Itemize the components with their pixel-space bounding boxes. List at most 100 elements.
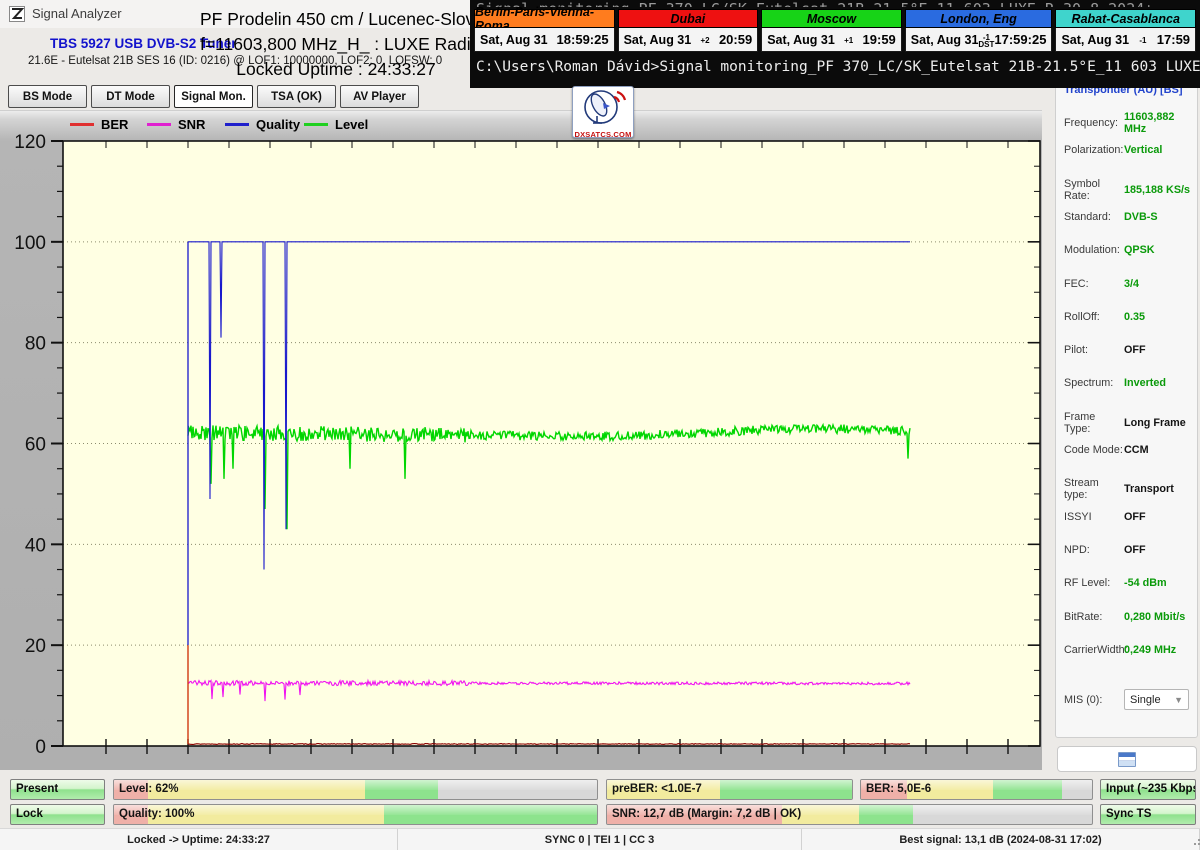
status-box-present: Present [10, 779, 105, 800]
status-box-lock: Lock [10, 804, 105, 825]
tab-bs-mode[interactable]: BS Mode [8, 85, 87, 108]
transponder-row-label: Polarization: [1064, 144, 1124, 156]
clock-dubai: DubaiSat, Aug 31+220:59 [618, 9, 759, 53]
transponder-row-label: FEC: [1064, 278, 1124, 290]
tab-dt-mode[interactable]: DT Mode [91, 85, 170, 108]
transponder-row-value: OFF [1124, 344, 1193, 356]
clock-london-eng: London, EngSat, Aug 31-1DST17:59:25 [905, 9, 1053, 53]
dxsatcs-logo: DXSATCS.COM [572, 86, 634, 138]
transponder-row-label: Symbol Rate: [1064, 178, 1124, 202]
transponder-row-value: DVB-S [1124, 211, 1193, 223]
transponder-row-label: Code Mode: [1064, 444, 1124, 456]
clock-date: Sat, Aug 31 [911, 33, 979, 47]
legend-color-swatch [147, 123, 171, 126]
transponder-row: CarrierWidth:0,249 MHz [1064, 644, 1193, 656]
transponder-row-label: NPD: [1064, 544, 1124, 556]
progress-bar: preBER: <1.0E-7 [606, 779, 853, 800]
clock-body: Sat, Aug 31+220:59 [618, 28, 759, 52]
monitoring-header: PF Prodelin 450 cm / Lucenec-Slovakia f=… [200, 7, 472, 82]
clock-body: Sat, Aug 31+119:59 [761, 28, 902, 52]
transponder-row: FEC:3/4 [1064, 278, 1193, 290]
status-box-input-kbps-: Input (~235 Kbps) [1100, 779, 1196, 800]
clock-body: Sat, Aug 31-117:59 [1055, 28, 1196, 52]
progress-bar: Level: 62% [113, 779, 598, 800]
progress-bar: BER: 5,0E-6 [860, 779, 1093, 800]
clock-date: Sat, Aug 31 [1061, 33, 1129, 47]
tab-tsa-ok-[interactable]: TSA (OK) [257, 85, 336, 108]
y-axis-label: 100 [14, 233, 46, 254]
legend-item-level: Level [304, 117, 368, 132]
signal-analyzer-window: Signal Analyzer TBS 5927 USB DVB-S2 Tune… [0, 0, 1200, 850]
clock-time: 17:59 [1157, 32, 1190, 47]
transponder-row-label: Frequency: [1064, 117, 1124, 129]
transponder-row-label: Spectrum: [1064, 377, 1124, 389]
bar-label: BER: 5,0E-6 [866, 780, 931, 799]
mis-selected-value: Single [1130, 694, 1161, 706]
transponder-row-label: Frame Type: [1064, 411, 1124, 435]
transponder-row-value: Transport [1124, 483, 1193, 495]
legend-item-ber: BER [70, 117, 128, 132]
clock-date: Sat, Aug 31 [480, 33, 548, 47]
clock-city-header: Berlin-Paris-Vienna-Roma [474, 9, 615, 28]
clock-city-header: London, Eng [905, 9, 1053, 28]
transponder-row-value: 11603,882 MHz [1124, 111, 1193, 135]
clock-moscow: MoscowSat, Aug 31+119:59 [761, 9, 902, 53]
signal-chart-area: BERSNRQualityLevel 020406080100120 [0, 110, 1042, 770]
transponder-row: Stream type:Transport [1064, 477, 1193, 501]
statusbar-section: Best signal: 13,1 dB (2024-08-31 17:02) [802, 829, 1200, 850]
y-axis-label: 20 [25, 636, 46, 657]
status-box-sync-ts: Sync TS [1100, 804, 1196, 825]
ts-window-button[interactable] [1057, 746, 1197, 772]
tab-signal-mon-[interactable]: Signal Mon. [174, 85, 253, 108]
offset-value: +1 [844, 37, 853, 44]
statusbar-section: Locked -> Uptime: 24:33:27 [0, 829, 398, 850]
progress-bar: SNR: 12,7 dB (Margin: 7,2 dB | OK) [606, 804, 1093, 825]
transponder-row-value: 0,280 Mbit/s [1124, 611, 1193, 623]
transponder-row-label: ISSYI [1064, 511, 1124, 523]
mis-select[interactable]: Single ▼ [1124, 689, 1189, 710]
legend-label: Quality [256, 117, 300, 132]
transponder-row-label: Standard: [1064, 211, 1124, 223]
transponder-row-label: Modulation: [1064, 244, 1124, 256]
antenna-location-line: PF Prodelin 450 cm / Lucenec-Slovakia [200, 7, 472, 32]
transponder-row: Frame Type:Long Frame [1064, 411, 1193, 435]
bar-label: Quality: 100% [119, 805, 194, 824]
clock-utc-offset: -1 [1129, 35, 1157, 44]
y-axis-label: 40 [25, 535, 46, 556]
transponder-row: RF Level:-54 dBm [1064, 577, 1193, 589]
clock-time: 19:59 [863, 32, 896, 47]
clock-utc-offset: +1 [835, 35, 863, 44]
transponder-row: ISSYIOFF [1064, 511, 1193, 523]
window-title: Signal Analyzer [32, 0, 122, 28]
transponder-row-label: Pilot: [1064, 344, 1124, 356]
bar-gloss [114, 780, 597, 790]
signal-chart: 020406080100120 [0, 111, 1042, 771]
transponder-row-label: RollOff: [1064, 311, 1124, 323]
app-icon [9, 6, 25, 22]
clock-utc-offset [548, 39, 557, 41]
legend-color-swatch [225, 123, 249, 126]
transponder-row-value: Vertical [1124, 144, 1193, 156]
transponder-row: NPD:OFF [1064, 544, 1193, 556]
transponder-row: Standard:DVB-S [1064, 211, 1193, 223]
transponder-row-value: OFF [1124, 544, 1193, 556]
transponder-row-value: CCM [1124, 444, 1193, 456]
transponder-row-label: CarrierWidth: [1064, 644, 1124, 656]
resize-grip[interactable] [1194, 843, 1196, 845]
tab-av-player[interactable]: AV Player [340, 85, 419, 108]
locked-uptime-line: Locked Uptime : 24:33:27 [200, 57, 472, 82]
bar-label: SNR: 12,7 dB (Margin: 7,2 dB | OK) [612, 805, 801, 824]
clock-body: Sat, Aug 3118:59:25 [474, 28, 615, 52]
clock-body: Sat, Aug 31-1DST17:59:25 [905, 28, 1053, 52]
transponder-row-value: OFF [1124, 511, 1193, 523]
bar-label: Level: 62% [119, 780, 178, 799]
window-icon [1118, 752, 1136, 767]
clock-time: 17:59:25 [994, 32, 1046, 47]
world-clocks: Berlin-Paris-Vienna-RomaSat, Aug 3118:59… [474, 9, 1196, 53]
satellite-dish-icon [573, 87, 633, 127]
y-axis-label: 0 [35, 737, 46, 758]
transponder-row-value: 3/4 [1124, 278, 1193, 290]
legend-item-snr: SNR [147, 117, 205, 132]
offset-value: +2 [701, 37, 710, 44]
transponder-row-value: Inverted [1124, 377, 1193, 389]
